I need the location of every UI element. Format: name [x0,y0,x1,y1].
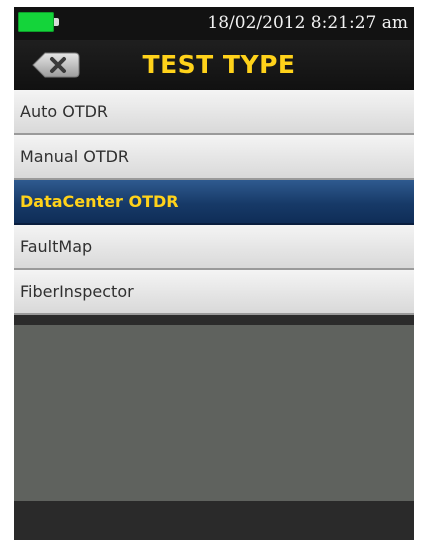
bottom-softkey-bar [14,501,414,540]
battery-icon [18,12,59,32]
datetime-text: 18/02/2012 8:21:27 am [207,13,408,33]
title-bar: TEST TYPE [14,40,414,90]
status-bar: 18/02/2012 8:21:27 am [14,7,414,40]
device-screen: 18/02/2012 8:21:27 am TEST TYPE Auto OTD… [14,7,414,540]
battery-fill [18,12,54,32]
test-type-menu: Auto OTDR Manual OTDR DataCenter OTDR Fa… [14,90,414,315]
page-title: TEST TYPE [142,50,296,79]
menu-item-datacenter-otdr[interactable]: DataCenter OTDR [14,180,414,225]
menu-item-fiberinspector[interactable]: FiberInspector [14,270,414,315]
menu-item-faultmap[interactable]: FaultMap [14,225,414,270]
close-x-icon [32,52,80,78]
menu-item-auto-otdr[interactable]: Auto OTDR [14,90,414,135]
back-button[interactable] [31,50,81,80]
empty-content-area [14,325,414,501]
menu-item-manual-otdr[interactable]: Manual OTDR [14,135,414,180]
battery-tip [54,18,59,26]
